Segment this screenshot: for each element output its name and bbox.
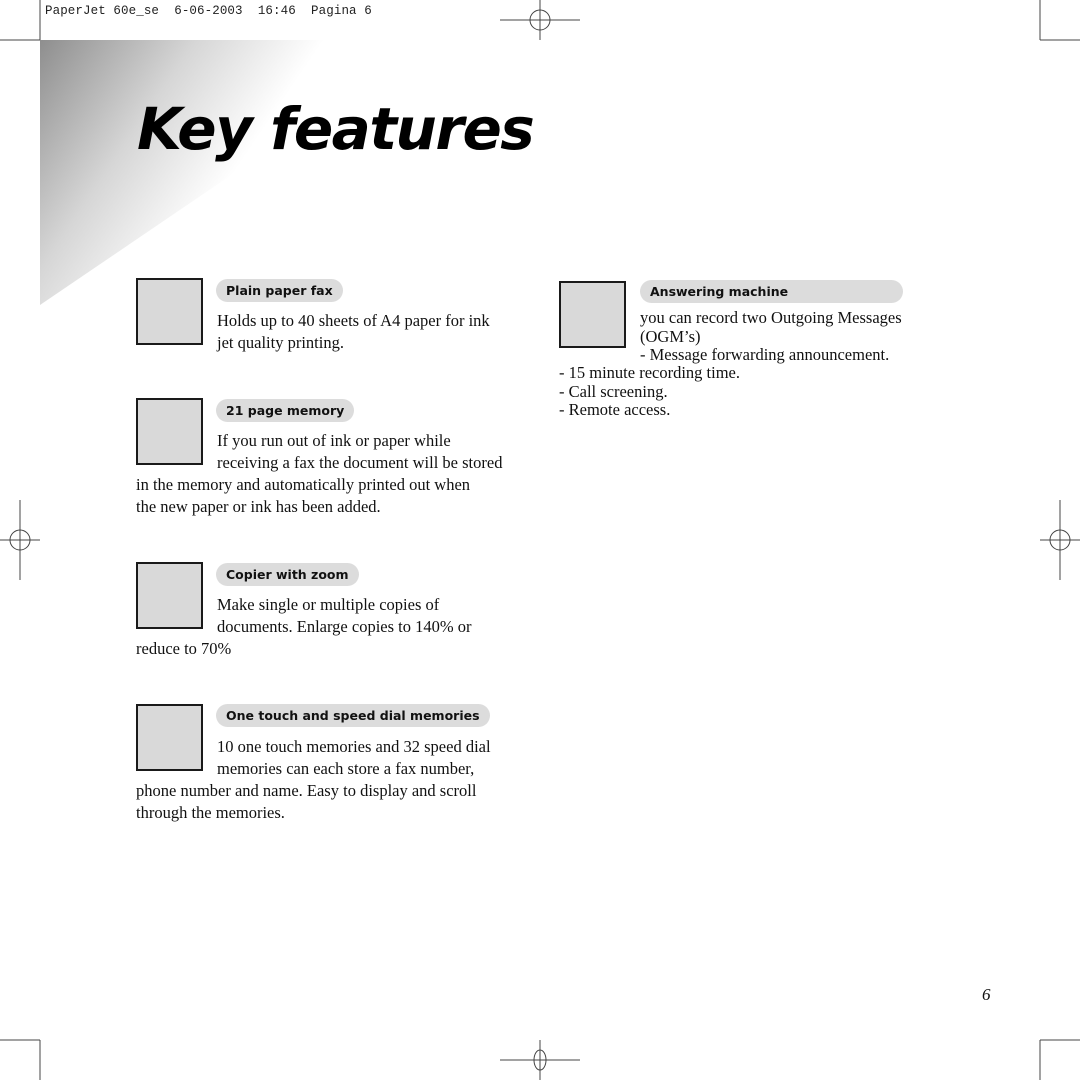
feature-description-indented: you can record two Outgoing Messages (OG… <box>640 308 902 365</box>
text-line: Make single or multiple copies of <box>217 595 440 614</box>
text-line: jet quality printing. <box>217 333 344 352</box>
crop-mark-bottom-right <box>1039 1039 1080 1080</box>
answering-machine-icon-placeholder <box>559 281 626 348</box>
feature-heading: One touch and speed dial memories <box>216 704 490 727</box>
text-line: through the memories. <box>136 803 285 822</box>
feature-description-full: in the memory and automatically printed … <box>136 474 470 518</box>
crop-mark-bottom-left <box>0 1039 41 1080</box>
feature-heading: Answering machine <box>640 280 903 303</box>
feature-heading: Plain paper fax <box>216 279 343 302</box>
feature-heading: 21 page memory <box>216 399 355 422</box>
text-line: the new paper or ink has been added. <box>136 497 381 516</box>
list-item: - Remote access. <box>559 400 671 419</box>
crop-mark-top-left <box>0 0 41 41</box>
list-item: - Call screening. <box>559 381 668 401</box>
text-line: 10 one touch memories and 32 speed dial <box>217 737 491 756</box>
text-line: memories can each store a fax number, <box>217 759 475 778</box>
text-line: phone number and name. Easy to display a… <box>136 781 477 800</box>
fax-icon-placeholder <box>136 278 203 345</box>
feature-description-full: phone number and name. Easy to display a… <box>136 780 476 824</box>
feature-description: Holds up to 40 sheets of A4 paper for in… <box>217 310 490 354</box>
text-line: receiving a fax the document will be sto… <box>217 453 503 472</box>
registration-mark-left <box>0 500 40 580</box>
text-line: If you run out of ink or paper while <box>217 431 451 450</box>
feature-bullet-list: - 15 minute recording time. - Call scree… <box>559 363 740 420</box>
registration-mark-right <box>1040 500 1080 580</box>
page-number: 6 <box>982 985 991 1004</box>
text-line: in the memory and automatically printed … <box>136 475 471 494</box>
feature-description-indented: If you run out of ink or paper while rec… <box>217 430 502 474</box>
memory-icon-placeholder <box>136 398 203 465</box>
text-line: reduce to 70% <box>136 639 232 658</box>
feature-description-full: reduce to 70% <box>136 638 231 660</box>
feature-description-indented: Make single or multiple copies of docume… <box>217 594 471 638</box>
registration-mark-top <box>500 0 580 40</box>
print-slug-line: PaperJet 60e_se 6-06-2003 16:46 Pagina 6 <box>45 4 372 18</box>
page-title: Key features <box>137 95 535 163</box>
feature-heading: Copier with zoom <box>216 563 359 586</box>
speed-dial-icon-placeholder <box>136 704 203 771</box>
crop-mark-top-right <box>1039 0 1080 41</box>
text-line: - Message forwarding announcement. <box>640 345 890 364</box>
registration-mark-bottom <box>500 1040 580 1080</box>
feature-description-indented: 10 one touch memories and 32 speed dial … <box>217 736 491 780</box>
text-line: Holds up to 40 sheets of A4 paper for in… <box>217 311 490 330</box>
text-line: (OGM’s) <box>640 326 701 346</box>
copier-icon-placeholder <box>136 562 203 629</box>
text-line: you can record two Outgoing Messages <box>640 308 902 327</box>
text-line: documents. Enlarge copies to 140% or <box>217 617 472 636</box>
list-item: - 15 minute recording time. <box>559 363 740 382</box>
